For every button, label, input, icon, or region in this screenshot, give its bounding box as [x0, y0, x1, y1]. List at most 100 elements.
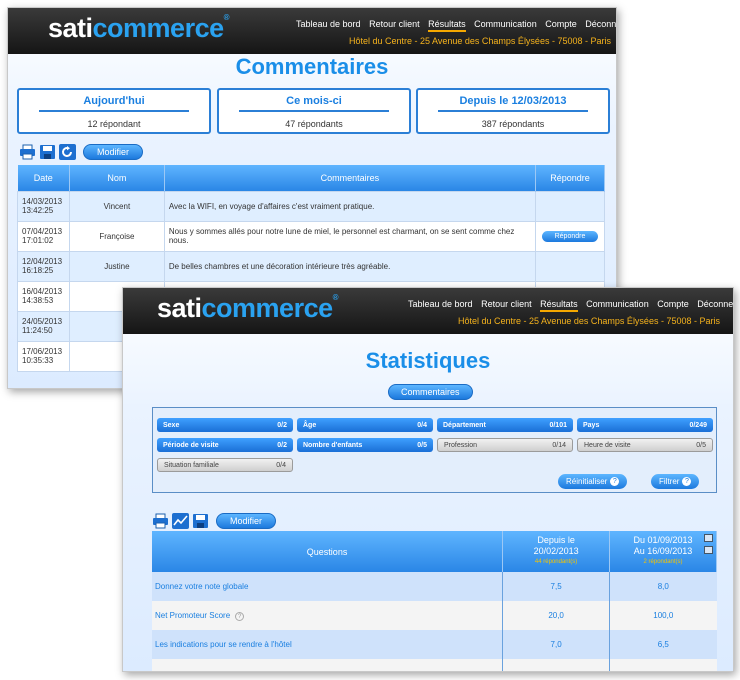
top-bar: saticommerce® Tableau de bord Retour cli… — [123, 288, 733, 334]
value-cell: 6,5 — [609, 630, 717, 659]
col-reply: Répondre — [535, 165, 606, 191]
nav-retour-client[interactable]: Retour client — [369, 19, 420, 29]
main-nav: Tableau de bord Retour client Résultats … — [290, 19, 616, 32]
filter-sexe[interactable]: Sexe 0/2 — [157, 418, 293, 432]
value-cell: 8,0 — [609, 572, 717, 601]
date-cell: 07/04/2013 17:01:02 — [17, 220, 70, 252]
comment-cell: De belles chambres et une décoration int… — [163, 250, 536, 282]
filters-panel: Sexe 0/2 Âge 0/4 Département 0/101 Pays 0/24… — [152, 407, 717, 493]
col-date: Date — [17, 165, 70, 191]
comment-cell: Nous y sommes allés pour notre lune de m… — [163, 220, 536, 252]
reply-cell — [534, 250, 606, 282]
table-row: 07/04/2013 17:01:02 Françoise Nous y somm… — [17, 220, 606, 252]
question-cell[interactable] — [152, 659, 503, 671]
filter-situation-familiale[interactable]: Situation familiale 0/4 — [157, 458, 293, 472]
filter-nombre-enfants[interactable]: Nombre d'enfants 0/5 — [297, 438, 433, 452]
card-today: Aujourd'hui 12 répondant — [17, 88, 211, 134]
table-row — [152, 659, 717, 671]
toolbar: Modifier — [19, 144, 144, 160]
card-month: Ce mois-ci 47 répondants — [217, 88, 411, 134]
table-row: Les indications pour se rendre à l'hôtel… — [152, 630, 717, 659]
nav-retour-client[interactable]: Retour client — [481, 299, 532, 309]
date-cell: 17/06/2013 10:35:33 — [17, 340, 70, 372]
help-icon: ? — [682, 477, 692, 487]
reply-cell: Répondre — [534, 220, 606, 252]
help-icon: ? — [610, 477, 620, 487]
nav-communication[interactable]: Communication — [586, 299, 649, 309]
save-icon[interactable] — [192, 513, 209, 529]
col-name: Nom — [69, 165, 165, 191]
name-cell: Vincent — [68, 190, 165, 222]
question-cell[interactable]: Net Promoteur Score? — [152, 601, 503, 630]
help-icon[interactable]: ? — [235, 611, 245, 621]
reply-button[interactable]: Répondre — [541, 230, 599, 242]
col-questions: Questions — [152, 531, 504, 572]
nav-resultats[interactable]: Résultats — [428, 19, 466, 32]
table-row: 14/03/2013 13:42:25 Vincent Avec la WIFI,… — [17, 190, 606, 222]
filter-button[interactable]: Filtrer? — [651, 474, 700, 489]
modify-button[interactable]: Modifier — [83, 144, 144, 160]
filter-departement[interactable]: Département 0/101 — [437, 418, 573, 432]
statistics-window: saticommerce® Tableau de bord Retour cli… — [122, 287, 734, 672]
nav-deconnexion[interactable]: Déconnexion — [697, 299, 733, 309]
card-value: 12 répondant — [87, 119, 141, 129]
question-cell[interactable]: Donnez votre note globale — [152, 572, 503, 601]
nav-compte[interactable]: Compte — [545, 19, 577, 29]
save-icon[interactable] — [704, 534, 713, 542]
nav-deconnexion[interactable]: Déconnexion — [585, 19, 616, 29]
nav-tableau-de-bord[interactable]: Tableau de bord — [296, 19, 361, 29]
save-icon[interactable] — [39, 144, 56, 160]
nav-tableau-de-bord[interactable]: Tableau de bord — [408, 299, 473, 309]
toolbar: Modifier — [152, 513, 277, 529]
card-value: 387 répondants — [481, 119, 545, 129]
col-period-2: Du 01/09/2013 Au 16/09/2013 2 répondant(s… — [609, 531, 717, 572]
value-cell: 7,0 — [502, 630, 610, 659]
page-title: Commentaires — [235, 54, 389, 79]
date-cell: 12/04/2013 16:18:25 — [17, 250, 70, 282]
card-title: Depuis le 12/03/2013 — [438, 95, 588, 112]
top-bar: saticommerce® Tableau de bord Retour cli… — [8, 8, 616, 54]
date-cell: 24/05/2013 11:24:50 — [17, 310, 70, 342]
comments-button[interactable]: Commentaires — [388, 384, 473, 400]
col-period-1: Depuis le 20/02/2013 44 répondant(s) — [502, 531, 611, 572]
save-icon[interactable] — [704, 546, 713, 554]
table-row: Donnez votre note globale 7,5 8,0 — [152, 572, 717, 601]
refresh-icon[interactable] — [59, 144, 76, 160]
hotel-address: Hôtel du Centre - 25 Avenue des Champs É… — [349, 36, 611, 46]
date-cell: 16/04/2013 14:38:53 — [17, 280, 70, 312]
nav-communication[interactable]: Communication — [474, 19, 537, 29]
print-icon[interactable] — [152, 513, 169, 529]
card-title: Aujourd'hui — [39, 95, 189, 112]
filter-age[interactable]: Âge 0/4 — [297, 418, 433, 432]
date-cell: 14/03/2013 13:42:25 — [17, 190, 70, 222]
value-cell — [609, 659, 717, 671]
chart-icon[interactable] — [172, 513, 189, 529]
hotel-address: Hôtel du Centre - 25 Avenue des Champs É… — [458, 316, 720, 326]
card-value: 47 répondants — [285, 119, 343, 129]
name-cell: Françoise — [68, 220, 165, 252]
card-title: Ce mois-ci — [239, 95, 389, 112]
filter-periode-visite[interactable]: Période de visite 0/2 — [157, 438, 293, 452]
comments-tab-wrap: Commentaires — [388, 382, 473, 400]
question-cell[interactable]: Les indications pour se rendre à l'hôtel — [152, 630, 503, 659]
table-row: Net Promoteur Score? 20,0 100,0 — [152, 601, 717, 630]
print-icon[interactable] — [19, 144, 36, 160]
filter-heure-visite[interactable]: Heure de visite 0/5 — [577, 438, 713, 452]
main-nav: Tableau de bord Retour client Résultats … — [402, 299, 733, 312]
col-comments: Commentaires — [164, 165, 536, 191]
card-since: Depuis le 12/03/2013 387 répondants — [416, 88, 610, 134]
name-cell: Justine — [68, 250, 165, 282]
value-cell: 100,0 — [609, 601, 717, 630]
comment-cell: Avec la WIFI, en voyage d'affaires c'est… — [163, 190, 536, 222]
reply-cell — [534, 190, 606, 222]
value-cell — [502, 659, 610, 671]
logo: saticommerce® — [48, 13, 230, 43]
filter-pays[interactable]: Pays 0/249 — [577, 418, 713, 432]
modify-button[interactable]: Modifier — [216, 513, 277, 529]
filter-profession[interactable]: Profession 0/14 — [437, 438, 573, 452]
nav-compte[interactable]: Compte — [657, 299, 689, 309]
reset-button[interactable]: Réinitialiser? — [558, 474, 628, 489]
logo: saticommerce® — [157, 293, 339, 323]
nav-resultats[interactable]: Résultats — [540, 299, 578, 312]
value-cell: 20,0 — [502, 601, 610, 630]
